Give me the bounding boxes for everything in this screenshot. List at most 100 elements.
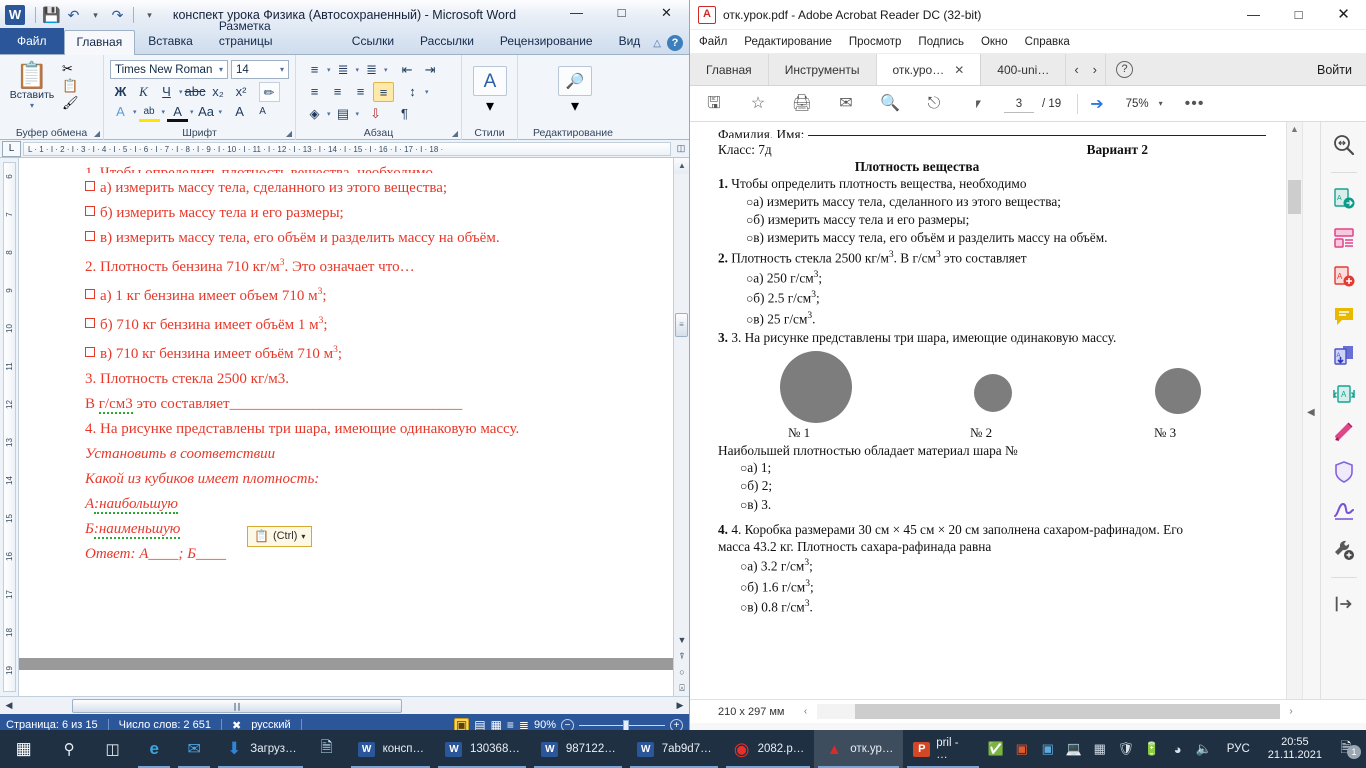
compress-pdf-icon[interactable]: A — [1329, 379, 1359, 409]
next-tab-icon[interactable]: › — [1093, 62, 1097, 77]
align-right-icon[interactable]: ≡ — [350, 82, 371, 102]
multilevel-list-icon[interactable]: ≣ — [361, 60, 382, 80]
find-icon[interactable]: 🔍 — [868, 94, 912, 114]
taskbar-word-7ab9d7[interactable]: W 7ab9d7… — [626, 730, 722, 768]
clock[interactable]: 20:55 21.11.2021 — [1260, 736, 1330, 762]
status-language[interactable]: русский — [251, 719, 290, 730]
word-page[interactable]: 1. Чтобы определить плотность вещества, … — [19, 158, 673, 696]
start-icon[interactable]: ▦ — [0, 739, 47, 759]
chevron-down-icon[interactable]: ▾ — [217, 65, 225, 74]
grow-font-button[interactable]: A — [229, 102, 250, 122]
paste-dropdown-icon[interactable]: ▾ — [4, 101, 60, 110]
tab-tools[interactable]: Инструменты — [769, 54, 877, 85]
checkbox-icon[interactable] — [85, 289, 95, 299]
shading-icon[interactable]: ◈ — [304, 104, 325, 124]
search-icon[interactable]: ⚲ — [47, 740, 90, 758]
language-indicator[interactable]: РУС — [1217, 743, 1260, 755]
checkbox-icon[interactable] — [85, 181, 95, 191]
previous-page-icon[interactable]: ⎋ — [912, 94, 956, 114]
list-icon[interactable]: ▦ — [1087, 741, 1113, 757]
taskbar-acrobat[interactable]: ▲ отк.ур… — [814, 730, 904, 768]
font-name-input[interactable]: Times New Roman ▾ — [110, 60, 228, 79]
close-icon[interactable]: ✕ — [954, 63, 964, 77]
taskbar-edge[interactable]: e — [134, 730, 174, 768]
clipboard-dialog-launcher[interactable]: ◢ — [94, 129, 100, 138]
show-marks-icon[interactable]: ¶ — [394, 104, 415, 124]
zoom-in-button[interactable]: + — [670, 718, 683, 730]
sort-icon[interactable]: ⇩ — [365, 104, 386, 124]
taskbar-opera[interactable]: ◉ 2082.p… — [722, 730, 815, 768]
format-painter-icon[interactable]: 🖌 — [62, 95, 79, 110]
clear-formatting-icon[interactable]: ✏ — [258, 82, 280, 102]
shrink-font-button[interactable]: A — [252, 102, 273, 122]
network-app-icon[interactable]: ▣ — [1035, 741, 1061, 757]
fill-and-sign-icon[interactable] — [1329, 496, 1359, 526]
multilevel-dropdown-icon[interactable]: ▾ — [384, 66, 388, 74]
menu-edit[interactable]: Редактирование — [744, 36, 832, 48]
tab-stop-selector[interactable]: L — [2, 140, 21, 157]
checkbox-icon[interactable] — [85, 318, 95, 328]
notifications-icon[interactable]: 🗎 1 — [1330, 737, 1362, 761]
wifi-icon[interactable]: ◕ — [1165, 742, 1191, 757]
taskbar-word-987122[interactable]: W 987122… — [530, 730, 626, 768]
pdf-panel-handle[interactable]: ◀ — [1302, 122, 1320, 699]
word-horizontal-ruler[interactable]: L L · 1 · I · 2 · I · 3 · I · 4 · I · 5 … — [0, 140, 689, 158]
help-button[interactable]: ? — [1106, 54, 1143, 85]
collapse-panel-icon[interactable] — [1329, 589, 1359, 619]
bullets-icon[interactable]: ≡ — [304, 60, 325, 80]
print-layout-view-icon[interactable]: ▣ — [453, 718, 470, 730]
next-page-icon[interactable]: ⍓ — [674, 680, 689, 696]
maximize-button[interactable]: □ — [599, 0, 644, 26]
taskbar-word-130368[interactable]: W 130368… — [434, 730, 530, 768]
increase-indent-icon[interactable]: ⇥ — [420, 60, 441, 80]
subscript-button[interactable]: x₂ — [208, 82, 229, 102]
scroll-left-icon[interactable]: ‹ — [795, 706, 817, 717]
volume-icon[interactable]: 🔈 — [1191, 741, 1217, 757]
align-center-icon[interactable]: ≡ — [327, 82, 348, 102]
full-screen-reading-icon[interactable]: ▤ — [474, 719, 485, 730]
create-pdf-icon[interactable]: A — [1329, 262, 1359, 292]
organize-pages-icon[interactable] — [1329, 223, 1359, 253]
chevron-down-icon[interactable]: ▾ — [301, 532, 305, 541]
battery-icon[interactable]: 🔋 — [1139, 741, 1165, 757]
radio-icon[interactable]: ○ — [746, 292, 753, 306]
tab-view[interactable]: Вид — [606, 29, 654, 54]
font-color-dropdown-icon[interactable]: ▾ — [190, 108, 194, 116]
taskbar-mail[interactable]: ✉ — [174, 730, 214, 768]
menu-view[interactable]: Просмотр — [849, 36, 902, 48]
borders-icon[interactable]: ▤ — [333, 104, 354, 124]
menu-sign[interactable]: Подпись — [918, 36, 964, 48]
menu-file[interactable]: Файл — [699, 36, 727, 48]
line-spacing-dropdown-icon[interactable]: ▾ — [425, 88, 429, 96]
tab-home[interactable]: Главная — [690, 54, 769, 85]
tab-mailings[interactable]: Рассылки — [407, 29, 487, 54]
zoom-out-button[interactable]: − — [561, 718, 574, 730]
web-layout-view-icon[interactable]: ▦ — [491, 719, 502, 730]
tab-home[interactable]: Главная — [63, 30, 136, 55]
minimize-button[interactable]: — — [554, 0, 599, 26]
protect-icon[interactable] — [1329, 457, 1359, 487]
search-document-icon[interactable] — [1329, 130, 1359, 160]
italic-button[interactable]: К — [133, 82, 154, 102]
text-effects-dropdown-icon[interactable]: ▾ — [133, 108, 137, 116]
zoom-level-value[interactable]: 75% — [1126, 98, 1149, 110]
tab-layout[interactable]: Разметка страницы — [206, 14, 339, 54]
taskbar-word-konspekt[interactable]: W консп… — [347, 730, 434, 768]
radio-icon[interactable]: ○ — [740, 601, 747, 615]
radio-icon[interactable]: ○ — [740, 580, 747, 594]
status-page[interactable]: Страница: 6 из 15 — [6, 719, 98, 730]
radio-icon[interactable]: ○ — [746, 271, 753, 285]
ruler-toggle-icon[interactable]: ◫ — [673, 143, 689, 154]
copy-icon[interactable]: 📋 — [62, 78, 79, 93]
taskbar-powerpoint[interactable]: P pril - … — [903, 730, 982, 768]
next-page-icon[interactable]: ⎖ — [956, 94, 1000, 114]
edit-pdf-icon[interactable] — [1329, 418, 1359, 448]
font-color-button[interactable]: A — [167, 102, 189, 122]
cc4-icon[interactable]: ▣ — [1009, 741, 1035, 757]
zoom-track[interactable] — [579, 719, 665, 730]
scrollbar-thumb[interactable] — [1288, 180, 1301, 214]
paste-button[interactable]: 📋 Вставить ▾ — [4, 59, 60, 110]
comment-icon[interactable] — [1329, 301, 1359, 331]
shading-dropdown-icon[interactable]: ▾ — [327, 110, 331, 118]
tab-references[interactable]: Ссылки — [339, 29, 407, 54]
